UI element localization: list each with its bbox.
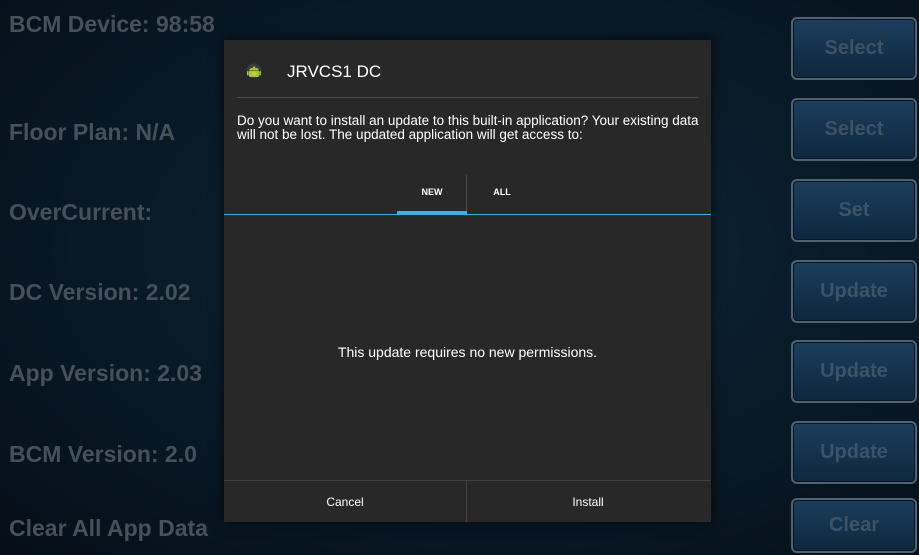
tab-all[interactable]: ALL <box>467 182 537 214</box>
dialog-title: JRVCS1 DC <box>287 62 382 81</box>
android-icon <box>246 62 262 80</box>
cancel-button[interactable]: Cancel <box>224 481 466 522</box>
install-update-dialog: JRVCS1 DC Do you want to install an upda… <box>224 40 711 522</box>
install-button[interactable]: Install <box>467 481 709 522</box>
dialog-message: Do you want to install an update to this… <box>237 113 699 142</box>
tab-new[interactable]: NEW <box>397 182 467 214</box>
title-divider <box>237 97 698 98</box>
permissions-message: This update requires no new permissions. <box>337 344 598 360</box>
tab-strip-underline <box>224 214 711 215</box>
